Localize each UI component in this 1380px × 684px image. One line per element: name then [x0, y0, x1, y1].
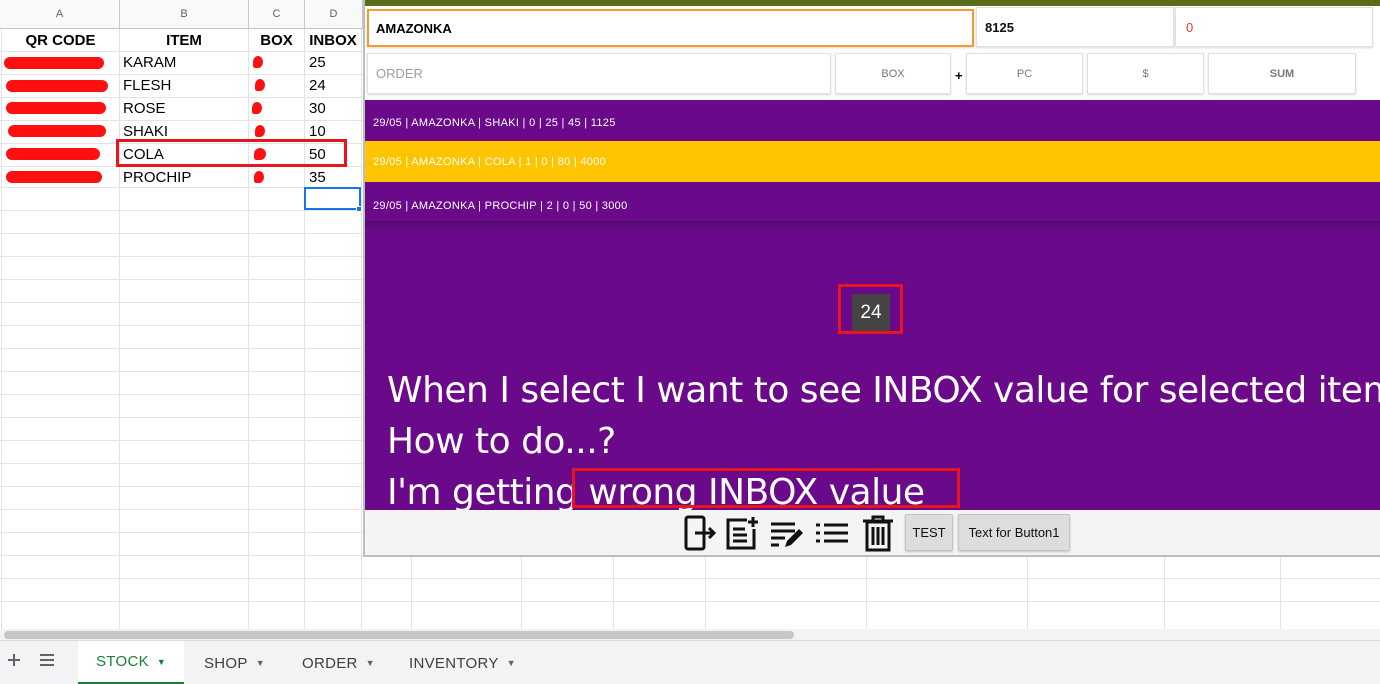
note-line: When I select I want to see INBOX value …	[387, 370, 1380, 411]
gridline	[1, 29, 2, 629]
header-box[interactable]: BOX	[249, 29, 304, 52]
app-window: AMAZONKA 8125 0 ORDER BOX + PC $ SUM 29/…	[363, 0, 1380, 557]
gridline	[1164, 557, 1165, 629]
annotation-inbox-value	[838, 284, 903, 334]
item-cell[interactable]: ROSE	[123, 97, 166, 120]
column-header-d[interactable]: D	[305, 0, 363, 29]
scrollbar-thumb[interactable]	[4, 631, 794, 639]
trash-icon[interactable]	[859, 514, 897, 552]
tab-label: STOCK	[96, 653, 149, 670]
bottom-toolbar: TEST Text for Button1	[365, 510, 1380, 555]
selected-cell[interactable]	[304, 187, 361, 210]
caret-down-icon: ▼	[156, 656, 167, 667]
fill-handle[interactable]	[356, 206, 362, 212]
gridline	[411, 557, 412, 629]
column-header-a[interactable]: A	[0, 0, 120, 29]
item-cell[interactable]: PROCHIP	[123, 166, 191, 189]
gridline	[248, 29, 249, 629]
plus-icon[interactable]	[7, 651, 21, 672]
header-qr-code[interactable]: QR CODE	[2, 29, 119, 52]
gridline	[119, 29, 120, 629]
tab-label: ORDER	[302, 654, 358, 672]
redaction-mark	[6, 102, 106, 114]
redaction-mark	[254, 171, 264, 183]
sheet-tab-bar: STOCK ▼ SHOP ▼ ORDER ▼ INVENTORY ▼	[0, 640, 1380, 684]
gridline	[866, 557, 867, 629]
tab-order[interactable]: ORDER ▼	[284, 641, 393, 684]
redaction-mark	[4, 57, 104, 69]
item-cell[interactable]: KARAM	[123, 51, 176, 74]
code-input[interactable]: 8125	[976, 7, 1174, 47]
sum-button[interactable]: SUM	[1208, 53, 1356, 94]
price-input[interactable]: $	[1087, 53, 1204, 94]
column-header-c[interactable]: C	[249, 0, 305, 29]
redaction-mark	[252, 102, 262, 114]
list-item-selected[interactable]: 29/05 | AMAZONKA | COLA | 1 | 0 | 80 | 4…	[365, 141, 1380, 182]
list-icon[interactable]	[813, 514, 851, 552]
note-line: How to do...?	[387, 421, 616, 462]
inbox-cell[interactable]: 35	[309, 166, 326, 189]
test-button[interactable]: TEST	[905, 514, 953, 551]
column-header-b[interactable]: B	[120, 0, 249, 29]
tab-inventory[interactable]: INVENTORY ▼	[391, 641, 534, 684]
box-input[interactable]: BOX	[835, 53, 951, 94]
gridline	[613, 557, 614, 629]
gridline	[1027, 557, 1028, 629]
gridline	[521, 557, 522, 629]
inbox-cell[interactable]: 25	[309, 51, 326, 74]
list-icon[interactable]	[39, 651, 55, 672]
tab-shop[interactable]: SHOP ▼	[186, 641, 283, 684]
tab-stock[interactable]: STOCK ▼	[78, 641, 185, 684]
gridline	[705, 557, 706, 629]
gridline	[0, 578, 1380, 579]
gridline	[361, 29, 362, 629]
redaction-mark	[6, 80, 108, 92]
caret-down-icon: ▼	[255, 658, 265, 668]
order-list: 29/05 | AMAZONKA | SHAKI | 0 | 25 | 45 |…	[365, 100, 1380, 513]
inbox-cell[interactable]: 24	[309, 74, 326, 97]
gridline	[1280, 557, 1281, 629]
redaction-mark	[255, 79, 265, 91]
title-bar	[365, 0, 1380, 6]
caret-down-icon: ▼	[365, 658, 375, 668]
button1[interactable]: Text for Button1	[958, 514, 1070, 551]
inbox-cell[interactable]: 30	[309, 97, 326, 120]
list-shadow	[365, 221, 1380, 231]
redaction-mark	[255, 125, 265, 137]
gridline	[304, 29, 305, 629]
pc-input[interactable]: PC	[966, 53, 1083, 94]
plus-label: +	[955, 68, 963, 83]
item-cell[interactable]: FLESH	[123, 74, 171, 97]
list-item[interactable]: 29/05 | AMAZONKA | SHAKI | 0 | 25 | 45 |…	[365, 102, 1380, 143]
annotation-wrong-value	[572, 468, 960, 508]
gridline	[0, 601, 1380, 602]
header-inbox[interactable]: INBOX	[305, 29, 361, 52]
export-icon[interactable]	[681, 514, 719, 552]
annotation-cola-row	[116, 139, 347, 167]
edit-list-icon[interactable]	[768, 514, 806, 552]
header-item[interactable]: ITEM	[120, 29, 248, 52]
customer-input[interactable]: AMAZONKA	[367, 9, 974, 47]
list-item[interactable]: 29/05 | AMAZONKA | PROCHIP | 2 | 0 | 50 …	[365, 185, 1380, 226]
redaction-mark	[8, 125, 106, 137]
tab-label: SHOP	[204, 654, 248, 672]
caret-down-icon: ▼	[506, 658, 516, 668]
order-input[interactable]: ORDER	[367, 53, 831, 94]
tab-label: INVENTORY	[409, 654, 499, 672]
redaction-mark	[6, 148, 100, 160]
redaction-mark	[253, 56, 263, 68]
add-note-icon[interactable]	[723, 514, 761, 552]
total-field[interactable]: 0	[1175, 7, 1373, 47]
redaction-mark	[6, 171, 102, 183]
